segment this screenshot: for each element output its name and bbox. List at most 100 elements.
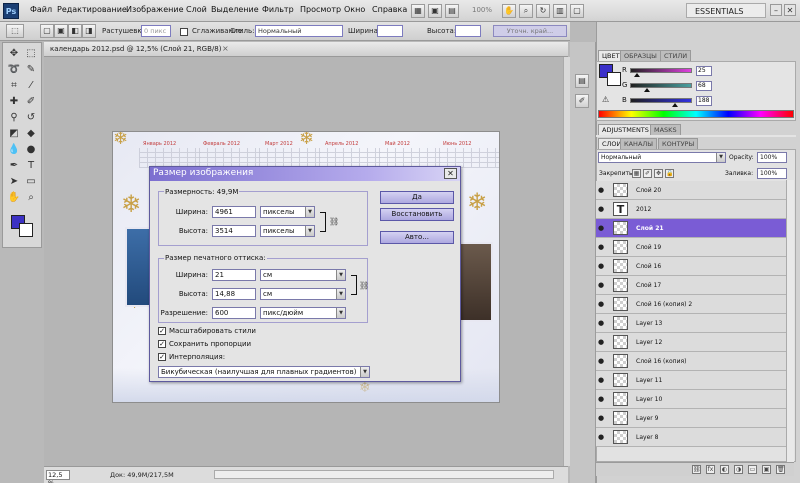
antialias-checkbox[interactable] xyxy=(180,28,188,36)
layer-thumbnail[interactable] xyxy=(613,297,628,311)
channel-b-slider[interactable] xyxy=(630,98,692,107)
layer-thumbnail[interactable] xyxy=(613,430,628,444)
pixel-height-unit-select[interactable]: пикселы ▼ xyxy=(260,225,315,237)
layer-thumbnail[interactable] xyxy=(613,183,628,197)
paint-bucket-icon[interactable]: ◆ xyxy=(24,127,38,141)
zoom-tool-icon[interactable]: ⌕ xyxy=(24,191,38,205)
visibility-eye-icon[interactable]: ● xyxy=(598,224,606,232)
lock-all-icon[interactable]: 🔒 xyxy=(665,169,674,178)
layer-thumbnail[interactable] xyxy=(613,240,628,254)
layer-thumbnail[interactable] xyxy=(613,278,628,292)
constrain-proportions-checkbox[interactable]: ✓ xyxy=(158,340,166,348)
rotate-view-icon[interactable]: ↻ xyxy=(536,4,550,18)
menu-image[interactable]: Изображение xyxy=(126,5,184,14)
adjustment-layer-icon[interactable]: ◑ xyxy=(734,465,743,474)
visibility-eye-icon[interactable]: ● xyxy=(598,300,606,308)
menu-window[interactable]: Окно xyxy=(344,5,365,14)
delete-layer-icon[interactable]: 🗑 xyxy=(776,465,785,474)
visibility-eye-icon[interactable]: ● xyxy=(598,319,606,327)
history-panel-icon[interactable]: ▤ xyxy=(575,74,589,88)
zoom-icon[interactable]: ⌕ xyxy=(519,4,533,18)
width-input[interactable] xyxy=(377,25,403,37)
slider-thumb[interactable] xyxy=(672,103,679,107)
history-brush-icon[interactable]: ↺ xyxy=(24,111,38,125)
resolution-unit-select[interactable]: пикс/дюйм ▼ xyxy=(260,307,346,319)
layer-row[interactable]: ● T 2012 xyxy=(596,200,786,219)
slider-thumb[interactable] xyxy=(644,88,651,92)
path-select-icon[interactable]: ➤ xyxy=(7,175,21,189)
layer-row[interactable]: ● Слой 19 xyxy=(596,238,786,257)
intersect-selection-icon[interactable]: ◨ xyxy=(82,24,96,38)
subtract-selection-icon[interactable]: ◧ xyxy=(68,24,82,38)
extras-icon[interactable]: ▤ xyxy=(445,4,459,18)
layer-style-icon[interactable]: fx xyxy=(706,465,715,474)
ok-button[interactable]: Да xyxy=(380,191,454,204)
move-tool-icon[interactable]: ✥ xyxy=(7,47,21,61)
horizontal-scrollbar[interactable] xyxy=(214,470,554,479)
dodge-tool-icon[interactable]: ● xyxy=(24,143,38,157)
color-spectrum-bar[interactable] xyxy=(598,110,794,118)
pixel-width-input[interactable]: 4961 xyxy=(212,206,256,218)
minimize-button[interactable]: – xyxy=(770,4,782,16)
layer-thumbnail[interactable] xyxy=(613,354,628,368)
visibility-eye-icon[interactable]: ● xyxy=(598,433,606,441)
tab-channels[interactable]: КАНАЛЫ xyxy=(620,138,658,149)
layer-row[interactable]: ● Слой 20 xyxy=(596,181,786,200)
print-height-unit-select[interactable]: см ▼ xyxy=(260,288,346,300)
visibility-eye-icon[interactable]: ● xyxy=(598,395,606,403)
tab-masks[interactable]: MASKS xyxy=(650,124,681,135)
height-input[interactable] xyxy=(455,25,481,37)
style-select[interactable]: Нормальный xyxy=(255,25,343,37)
visibility-eye-icon[interactable]: ● xyxy=(598,205,606,213)
crop-tool-icon[interactable]: ⌗ xyxy=(7,79,21,93)
hand-icon[interactable]: ✋ xyxy=(502,4,516,18)
channel-g-slider[interactable] xyxy=(630,83,692,92)
pixel-height-input[interactable]: 3514 xyxy=(212,225,256,237)
quick-select-tool-icon[interactable]: ✎ xyxy=(24,63,38,77)
layer-row[interactable]: ● Layer 13 xyxy=(596,314,786,333)
visibility-eye-icon[interactable]: ● xyxy=(598,281,606,289)
channel-g-input[interactable]: 68 xyxy=(696,81,712,91)
visibility-eye-icon[interactable]: ● xyxy=(598,262,606,270)
tab-adjustments[interactable]: ADJUSTMENTS xyxy=(598,124,653,135)
layer-thumbnail[interactable] xyxy=(613,411,628,425)
workspace-switcher[interactable]: ESSENTIALS xyxy=(686,3,766,18)
feather-input[interactable]: 0 пикс xyxy=(141,25,171,37)
layer-row[interactable]: ● Layer 8 xyxy=(596,428,786,447)
visibility-eye-icon[interactable]: ● xyxy=(598,243,606,251)
brush-panel-icon[interactable]: ✐ xyxy=(575,94,589,108)
menu-layer[interactable]: Слой xyxy=(186,5,207,14)
lasso-tool-icon[interactable]: ➰ xyxy=(7,63,21,77)
background-color-swatch[interactable] xyxy=(19,223,33,237)
layer-thumbnail[interactable] xyxy=(613,259,628,273)
resample-method-select[interactable]: Бикубическая (наилучшая для плавных град… xyxy=(158,366,370,378)
pixel-width-unit-select[interactable]: пикселы ▼ xyxy=(260,206,315,218)
visibility-eye-icon[interactable]: ● xyxy=(598,357,606,365)
layer-thumbnail[interactable] xyxy=(613,316,628,330)
new-selection-icon[interactable]: ▢ xyxy=(40,24,54,38)
channel-b-input[interactable]: 188 xyxy=(696,96,712,106)
visibility-eye-icon[interactable]: ● xyxy=(598,186,606,194)
dialog-title-bar[interactable]: Размер изображения ✕ xyxy=(150,167,460,181)
tab-swatches[interactable]: ОБРАЗЦЫ xyxy=(620,50,661,61)
layer-row[interactable]: ● Слой 17 xyxy=(596,276,786,295)
visibility-eye-icon[interactable]: ● xyxy=(598,376,606,384)
lock-position-icon[interactable]: ✥ xyxy=(654,169,663,178)
blur-tool-icon[interactable]: 💧 xyxy=(7,143,21,157)
add-mask-icon[interactable]: ◐ xyxy=(720,465,729,474)
reset-button[interactable]: Восстановить xyxy=(380,208,454,221)
print-width-unit-select[interactable]: см ▼ xyxy=(260,269,346,281)
fill-input[interactable]: 100% xyxy=(757,168,787,179)
menu-edit[interactable]: Редактирование xyxy=(57,5,127,14)
menu-help[interactable]: Справка xyxy=(372,5,407,14)
arrange-icon[interactable]: ▥ xyxy=(553,4,567,18)
new-group-icon[interactable]: ▭ xyxy=(748,465,757,474)
shape-tool-icon[interactable]: ▭ xyxy=(24,175,38,189)
document-tab[interactable]: календарь 2012.psd @ 12,5% (Слой 21, RGB… xyxy=(44,42,568,57)
lock-transparency-icon[interactable]: ▦ xyxy=(632,169,641,178)
scale-styles-checkbox[interactable]: ✓ xyxy=(158,327,166,335)
layer-thumbnail[interactable] xyxy=(613,373,628,387)
menu-filter[interactable]: Фильтр xyxy=(262,5,294,14)
opacity-input[interactable]: 100% xyxy=(757,152,787,163)
visibility-eye-icon[interactable]: ● xyxy=(598,414,606,422)
